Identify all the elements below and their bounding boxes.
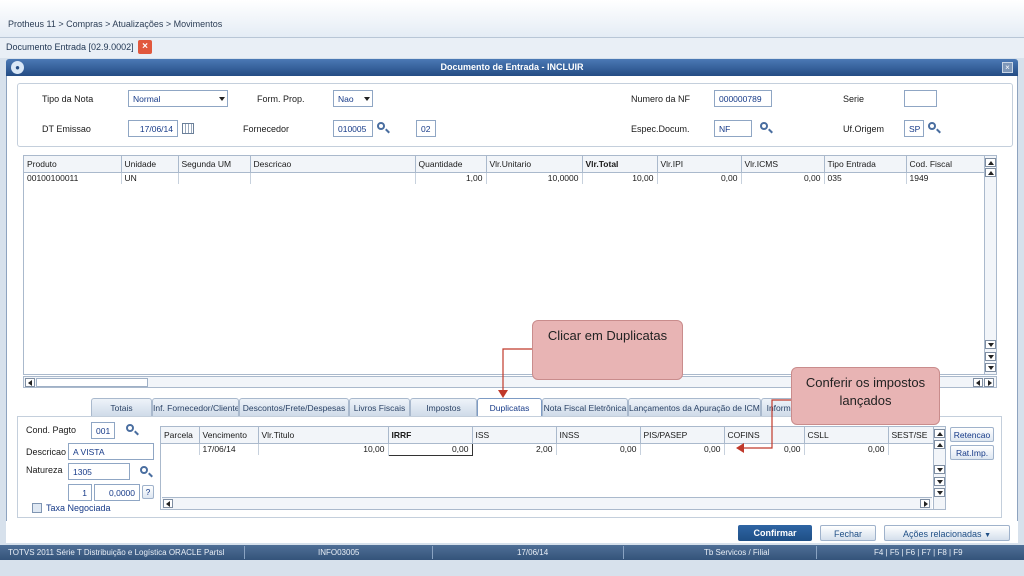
callout-impostos: Conferir os impostos lançados [791, 367, 940, 425]
arrow-head [736, 443, 744, 453]
arrow-head [498, 390, 508, 398]
arrow-to-impostos [738, 399, 794, 449]
callout-duplicatas: Clicar em Duplicatas [532, 320, 683, 380]
arrow-to-duplicatas [502, 348, 533, 396]
annotation-arrows [498, 348, 794, 453]
